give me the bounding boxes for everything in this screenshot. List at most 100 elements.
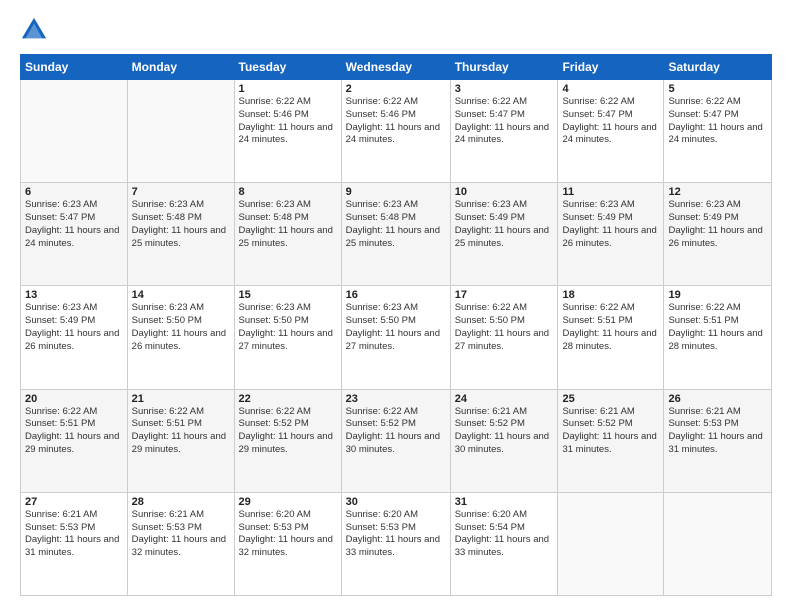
calendar-cell xyxy=(558,492,664,595)
day-number: 10 xyxy=(455,186,554,198)
day-number: 11 xyxy=(562,186,659,198)
day-number: 14 xyxy=(132,289,230,301)
header xyxy=(20,16,772,44)
day-number: 20 xyxy=(25,393,123,405)
calendar-cell: 29Sunrise: 6:20 AM Sunset: 5:53 PM Dayli… xyxy=(234,492,341,595)
day-number: 12 xyxy=(668,186,767,198)
logo xyxy=(20,16,52,44)
day-info: Sunrise: 6:22 AM Sunset: 5:51 PM Dayligh… xyxy=(562,302,659,353)
day-info: Sunrise: 6:22 AM Sunset: 5:50 PM Dayligh… xyxy=(455,302,554,353)
day-info: Sunrise: 6:23 AM Sunset: 5:48 PM Dayligh… xyxy=(132,199,230,250)
calendar-cell: 21Sunrise: 6:22 AM Sunset: 5:51 PM Dayli… xyxy=(127,389,234,492)
day-info: Sunrise: 6:21 AM Sunset: 5:53 PM Dayligh… xyxy=(25,509,123,560)
calendar-cell: 12Sunrise: 6:23 AM Sunset: 5:49 PM Dayli… xyxy=(664,183,772,286)
calendar-cell: 18Sunrise: 6:22 AM Sunset: 5:51 PM Dayli… xyxy=(558,286,664,389)
calendar-cell: 24Sunrise: 6:21 AM Sunset: 5:52 PM Dayli… xyxy=(450,389,558,492)
day-info: Sunrise: 6:23 AM Sunset: 5:48 PM Dayligh… xyxy=(239,199,337,250)
calendar-cell: 7Sunrise: 6:23 AM Sunset: 5:48 PM Daylig… xyxy=(127,183,234,286)
day-number: 5 xyxy=(668,83,767,95)
day-number: 15 xyxy=(239,289,337,301)
day-number: 28 xyxy=(132,496,230,508)
day-info: Sunrise: 6:23 AM Sunset: 5:50 PM Dayligh… xyxy=(239,302,337,353)
calendar-cell: 17Sunrise: 6:22 AM Sunset: 5:50 PM Dayli… xyxy=(450,286,558,389)
calendar-cell: 28Sunrise: 6:21 AM Sunset: 5:53 PM Dayli… xyxy=(127,492,234,595)
calendar-cell: 4Sunrise: 6:22 AM Sunset: 5:47 PM Daylig… xyxy=(558,80,664,183)
calendar-cell: 5Sunrise: 6:22 AM Sunset: 5:47 PM Daylig… xyxy=(664,80,772,183)
day-info: Sunrise: 6:23 AM Sunset: 5:50 PM Dayligh… xyxy=(132,302,230,353)
calendar-cell: 27Sunrise: 6:21 AM Sunset: 5:53 PM Dayli… xyxy=(21,492,128,595)
day-info: Sunrise: 6:23 AM Sunset: 5:49 PM Dayligh… xyxy=(455,199,554,250)
day-info: Sunrise: 6:21 AM Sunset: 5:53 PM Dayligh… xyxy=(668,406,767,457)
day-info: Sunrise: 6:22 AM Sunset: 5:52 PM Dayligh… xyxy=(239,406,337,457)
day-info: Sunrise: 6:22 AM Sunset: 5:47 PM Dayligh… xyxy=(562,96,659,147)
day-info: Sunrise: 6:20 AM Sunset: 5:53 PM Dayligh… xyxy=(346,509,446,560)
calendar-cell: 2Sunrise: 6:22 AM Sunset: 5:46 PM Daylig… xyxy=(341,80,450,183)
calendar-table: SundayMondayTuesdayWednesdayThursdayFrid… xyxy=(20,54,772,596)
day-number: 9 xyxy=(346,186,446,198)
day-number: 13 xyxy=(25,289,123,301)
calendar-week-row: 27Sunrise: 6:21 AM Sunset: 5:53 PM Dayli… xyxy=(21,492,772,595)
day-number: 18 xyxy=(562,289,659,301)
day-number: 29 xyxy=(239,496,337,508)
weekday-header: Friday xyxy=(558,55,664,80)
calendar-cell xyxy=(21,80,128,183)
calendar-cell: 23Sunrise: 6:22 AM Sunset: 5:52 PM Dayli… xyxy=(341,389,450,492)
calendar-cell: 19Sunrise: 6:22 AM Sunset: 5:51 PM Dayli… xyxy=(664,286,772,389)
calendar-cell: 10Sunrise: 6:23 AM Sunset: 5:49 PM Dayli… xyxy=(450,183,558,286)
day-info: Sunrise: 6:20 AM Sunset: 5:54 PM Dayligh… xyxy=(455,509,554,560)
weekday-header: Saturday xyxy=(664,55,772,80)
day-number: 17 xyxy=(455,289,554,301)
day-number: 27 xyxy=(25,496,123,508)
day-number: 7 xyxy=(132,186,230,198)
page: SundayMondayTuesdayWednesdayThursdayFrid… xyxy=(0,0,792,612)
day-info: Sunrise: 6:22 AM Sunset: 5:52 PM Dayligh… xyxy=(346,406,446,457)
calendar-cell: 30Sunrise: 6:20 AM Sunset: 5:53 PM Dayli… xyxy=(341,492,450,595)
calendar-cell: 13Sunrise: 6:23 AM Sunset: 5:49 PM Dayli… xyxy=(21,286,128,389)
weekday-header: Monday xyxy=(127,55,234,80)
calendar-week-row: 20Sunrise: 6:22 AM Sunset: 5:51 PM Dayli… xyxy=(21,389,772,492)
calendar-week-row: 1Sunrise: 6:22 AM Sunset: 5:46 PM Daylig… xyxy=(21,80,772,183)
day-number: 21 xyxy=(132,393,230,405)
day-number: 31 xyxy=(455,496,554,508)
calendar-week-row: 6Sunrise: 6:23 AM Sunset: 5:47 PM Daylig… xyxy=(21,183,772,286)
calendar-cell: 26Sunrise: 6:21 AM Sunset: 5:53 PM Dayli… xyxy=(664,389,772,492)
day-number: 16 xyxy=(346,289,446,301)
day-info: Sunrise: 6:20 AM Sunset: 5:53 PM Dayligh… xyxy=(239,509,337,560)
calendar-cell: 15Sunrise: 6:23 AM Sunset: 5:50 PM Dayli… xyxy=(234,286,341,389)
day-number: 19 xyxy=(668,289,767,301)
weekday-header: Thursday xyxy=(450,55,558,80)
day-info: Sunrise: 6:22 AM Sunset: 5:51 PM Dayligh… xyxy=(25,406,123,457)
day-info: Sunrise: 6:23 AM Sunset: 5:49 PM Dayligh… xyxy=(562,199,659,250)
day-info: Sunrise: 6:22 AM Sunset: 5:51 PM Dayligh… xyxy=(132,406,230,457)
day-info: Sunrise: 6:22 AM Sunset: 5:47 PM Dayligh… xyxy=(455,96,554,147)
day-number: 1 xyxy=(239,83,337,95)
day-number: 25 xyxy=(562,393,659,405)
calendar-cell: 20Sunrise: 6:22 AM Sunset: 5:51 PM Dayli… xyxy=(21,389,128,492)
calendar-cell: 6Sunrise: 6:23 AM Sunset: 5:47 PM Daylig… xyxy=(21,183,128,286)
weekday-header: Tuesday xyxy=(234,55,341,80)
calendar-cell: 25Sunrise: 6:21 AM Sunset: 5:52 PM Dayli… xyxy=(558,389,664,492)
day-info: Sunrise: 6:23 AM Sunset: 5:49 PM Dayligh… xyxy=(25,302,123,353)
day-number: 30 xyxy=(346,496,446,508)
weekday-header: Wednesday xyxy=(341,55,450,80)
day-info: Sunrise: 6:23 AM Sunset: 5:50 PM Dayligh… xyxy=(346,302,446,353)
day-number: 26 xyxy=(668,393,767,405)
calendar-cell xyxy=(664,492,772,595)
calendar-cell xyxy=(127,80,234,183)
day-info: Sunrise: 6:21 AM Sunset: 5:53 PM Dayligh… xyxy=(132,509,230,560)
day-info: Sunrise: 6:21 AM Sunset: 5:52 PM Dayligh… xyxy=(562,406,659,457)
calendar-cell: 1Sunrise: 6:22 AM Sunset: 5:46 PM Daylig… xyxy=(234,80,341,183)
day-number: 8 xyxy=(239,186,337,198)
weekday-header: Sunday xyxy=(21,55,128,80)
calendar-cell: 3Sunrise: 6:22 AM Sunset: 5:47 PM Daylig… xyxy=(450,80,558,183)
calendar-week-row: 13Sunrise: 6:23 AM Sunset: 5:49 PM Dayli… xyxy=(21,286,772,389)
logo-icon xyxy=(20,16,48,44)
calendar-cell: 9Sunrise: 6:23 AM Sunset: 5:48 PM Daylig… xyxy=(341,183,450,286)
calendar-cell: 11Sunrise: 6:23 AM Sunset: 5:49 PM Dayli… xyxy=(558,183,664,286)
day-info: Sunrise: 6:22 AM Sunset: 5:46 PM Dayligh… xyxy=(346,96,446,147)
day-info: Sunrise: 6:21 AM Sunset: 5:52 PM Dayligh… xyxy=(455,406,554,457)
calendar-header-row: SundayMondayTuesdayWednesdayThursdayFrid… xyxy=(21,55,772,80)
day-info: Sunrise: 6:22 AM Sunset: 5:47 PM Dayligh… xyxy=(668,96,767,147)
day-info: Sunrise: 6:22 AM Sunset: 5:46 PM Dayligh… xyxy=(239,96,337,147)
day-number: 22 xyxy=(239,393,337,405)
